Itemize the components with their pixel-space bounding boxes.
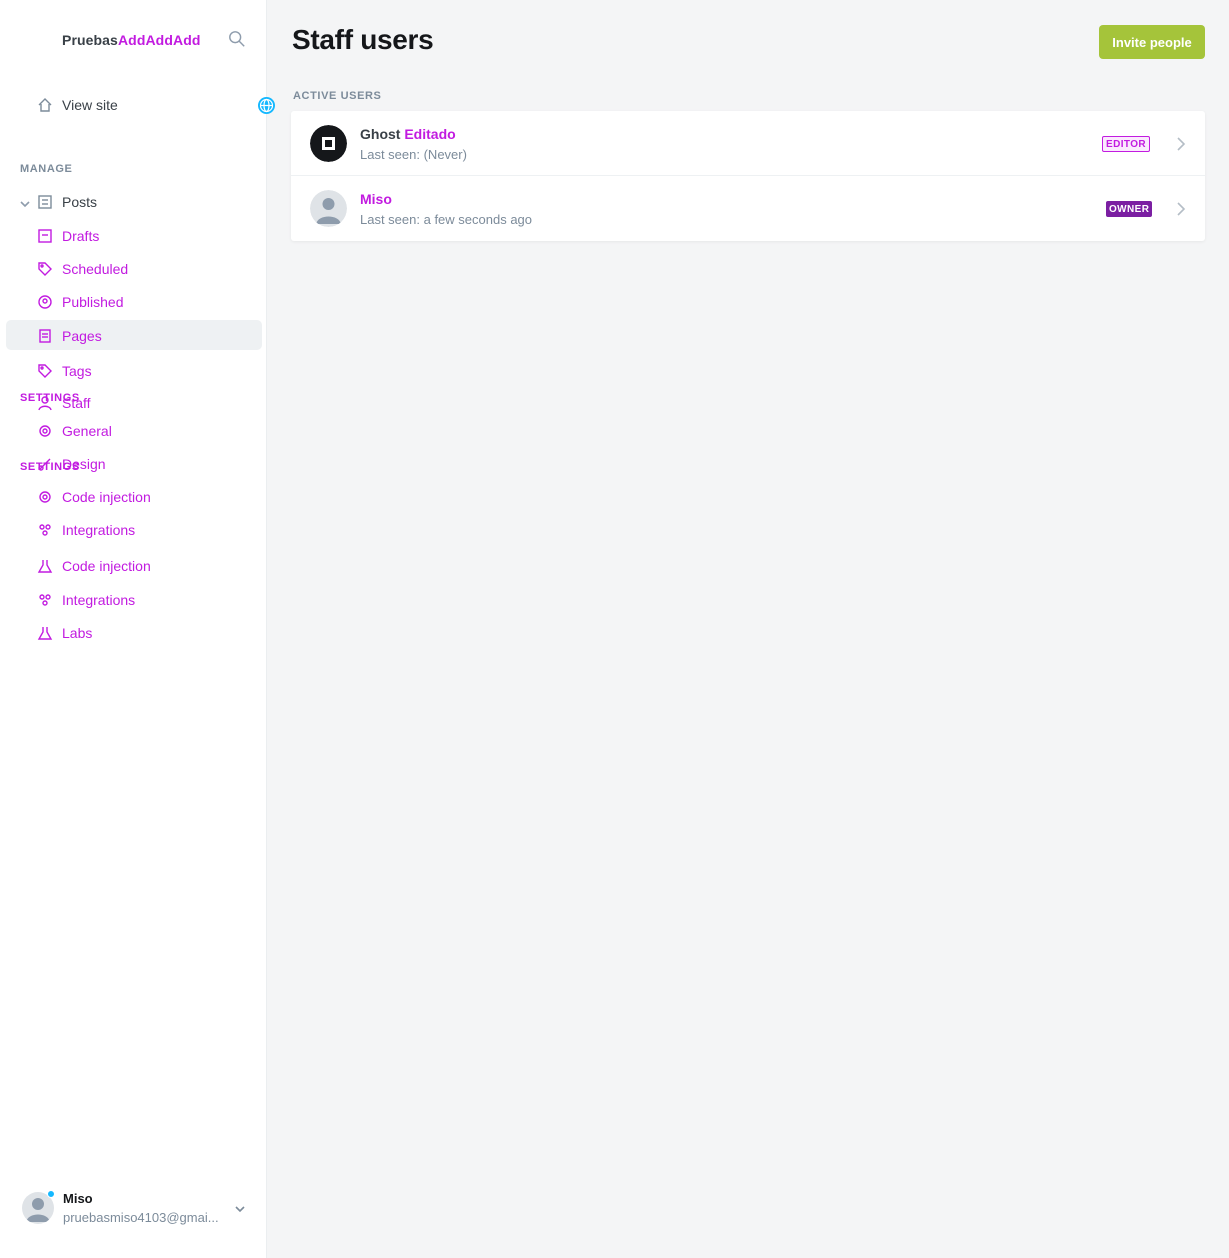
members-icon: [38, 295, 52, 309]
nav-drafts[interactable]: Drafts: [36, 224, 99, 248]
nav-scheduled-label: Scheduled: [62, 261, 129, 277]
design-icon: [39, 524, 51, 536]
chevron-down-icon[interactable]: [20, 196, 30, 208]
user-name: Miso: [360, 191, 392, 207]
user-name: Ghost Editado: [360, 126, 456, 142]
nav-published[interactable]: Published: [36, 290, 124, 314]
search-button[interactable]: [228, 30, 248, 50]
nav-code-injection-label: Code injection: [62, 489, 151, 505]
site-title-suffix: AddAddAdd: [117, 32, 201, 48]
nav-integrations-label: Integrations: [62, 522, 136, 538]
active-users-label: ACTIVE USERS: [293, 90, 382, 102]
nav-drafts-label: Drafts: [62, 228, 100, 244]
nav-tags[interactable]: Tags: [36, 359, 92, 383]
integrations-icon: [39, 594, 51, 606]
site-title[interactable]: PruebasAddAddAdd: [62, 32, 201, 48]
role-badge: EDITOR: [1102, 136, 1150, 152]
nav-view-site-label: View site: [62, 97, 118, 113]
nav-tags-label: Tags: [62, 363, 92, 379]
user-name-suffix: Editado: [404, 126, 456, 142]
chevron-right-icon: [1175, 202, 1187, 216]
nav-integrations-2[interactable]: Integrations: [36, 588, 135, 612]
nav-integrations[interactable]: Integrations: [36, 518, 135, 542]
nav-pages[interactable]: Pages: [36, 324, 102, 348]
nav-code-injection-2-label: Code injection: [62, 558, 151, 574]
labs-icon: [37, 560, 53, 573]
list-item[interactable]: Ghost Editado Last seen: (Never) EDITOR: [291, 111, 1205, 176]
manage-section-label: MANAGE: [20, 163, 73, 175]
settings-section-label: SETTINGS: [20, 461, 80, 473]
last-seen: Last seen: (Never): [360, 147, 467, 162]
gear-icon: [39, 491, 51, 503]
user-list: Ghost Editado Last seen: (Never) EDITOR …: [291, 111, 1205, 241]
online-status-dot: [47, 1190, 55, 1198]
site-title-base: Pruebas: [62, 32, 118, 48]
user-menu[interactable]: Miso pruebasmiso4103@gmai...: [20, 1190, 250, 1230]
nav-published-label: Published: [62, 294, 124, 310]
nav-pages-label: Pages: [62, 328, 102, 344]
last-seen: Last seen: a few seconds ago: [360, 212, 533, 227]
nav-posts[interactable]: Posts: [36, 190, 97, 214]
nav-scheduled[interactable]: Scheduled: [36, 257, 128, 281]
nav-general-label: General: [62, 423, 112, 439]
tag-icon: [38, 262, 52, 276]
user-name: Miso: [63, 1191, 93, 1206]
chevron-down-icon[interactable]: [234, 1202, 246, 1214]
home-icon: [38, 98, 52, 112]
invite-people-button[interactable]: Invite people: [1099, 25, 1205, 59]
tag-icon: [38, 364, 52, 378]
nav-labs[interactable]: Labs: [36, 621, 92, 645]
role-badge: OWNER: [1106, 201, 1153, 217]
posts-icon: [38, 195, 52, 209]
nav-view-site[interactable]: View site: [36, 93, 118, 117]
list-item[interactable]: Miso Last seen: a few seconds ago OWNER: [291, 176, 1205, 241]
nav-general[interactable]: General: [36, 419, 112, 443]
user-name-base: Miso: [360, 191, 392, 207]
nav-staff[interactable]: Staff: [36, 391, 91, 415]
sidebar: PruebasAddAddAdd View site MANAGE Posts …: [0, 0, 275, 1258]
pages-icon: [39, 329, 51, 343]
avatar: [310, 190, 347, 227]
page-title: Staff users: [292, 24, 434, 55]
gear-icon: [39, 425, 51, 437]
avatar: [310, 125, 347, 162]
staff-icon: [38, 396, 52, 411]
nav-code-injection[interactable]: Code injection: [36, 485, 151, 509]
nav-labs-label: Labs: [62, 625, 93, 641]
nav-code-injection-2[interactable]: Code injection: [36, 554, 151, 578]
labs-icon: [37, 627, 53, 640]
nav-staff-label: Staff: [62, 395, 91, 411]
chevron-right-icon: [1175, 137, 1187, 151]
user-name-base: Ghost: [360, 126, 401, 142]
nav-integrations-2-label: Integrations: [62, 592, 136, 608]
user-email: pruebasmiso4103@gmai...: [63, 1210, 219, 1225]
search-icon: [229, 31, 245, 47]
posts-icon: [38, 229, 52, 243]
nav-posts-label: Posts: [62, 194, 98, 210]
globe-icon: [258, 97, 275, 114]
